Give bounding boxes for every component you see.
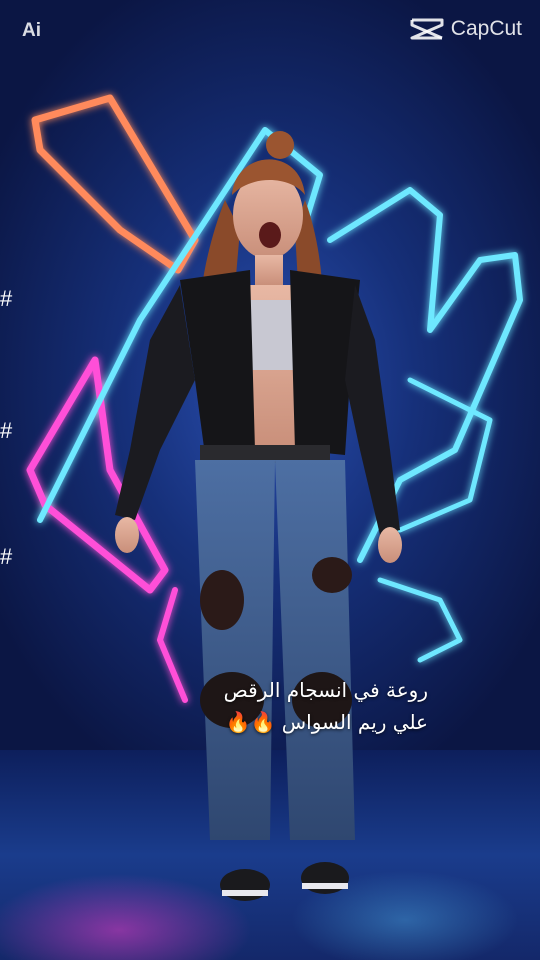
capcut-brand-text: CapCut bbox=[450, 17, 522, 40]
capcut-logo-icon bbox=[410, 18, 444, 40]
side-mark: # bbox=[0, 418, 13, 443]
caption-line-2: علي ريم السواس 🔥🔥 bbox=[225, 710, 428, 734]
side-mark: # bbox=[0, 286, 13, 311]
video-caption: روعة في انسجام الرقص علي ريم السواس 🔥🔥 bbox=[224, 674, 428, 738]
side-mark: # bbox=[0, 544, 13, 569]
capcut-watermark: CapCut bbox=[409, 16, 522, 42]
ai-watermark: Ai bbox=[22, 20, 41, 41]
caption-line-1: روعة في انسجام الرقص bbox=[223, 678, 428, 702]
